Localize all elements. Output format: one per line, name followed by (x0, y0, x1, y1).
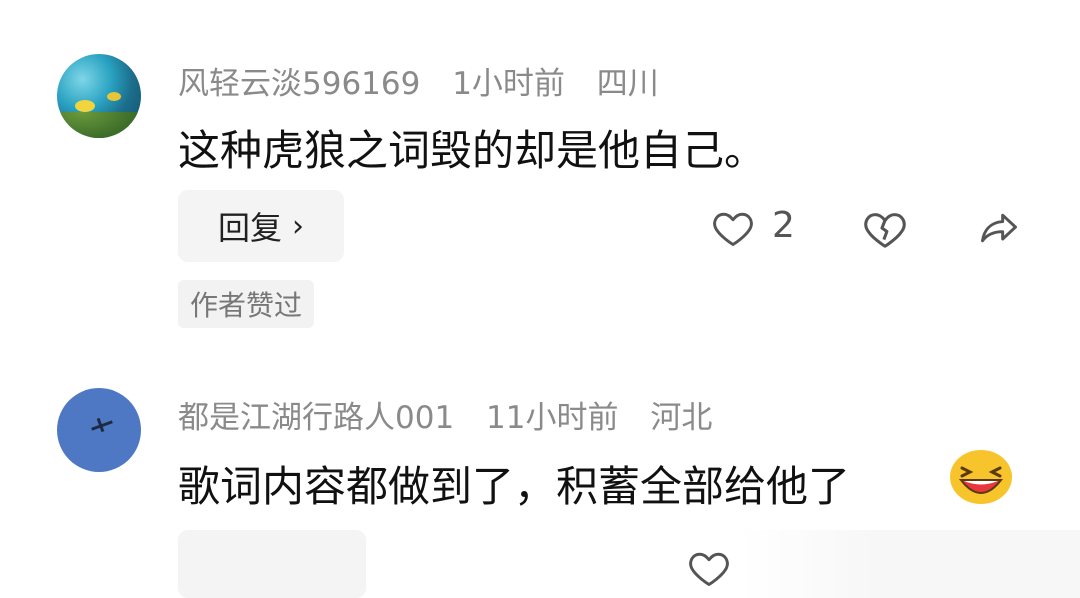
comment-text: 歌词内容都做到了，积蓄全部给他了 (178, 462, 851, 511)
coral-graphic (57, 112, 141, 138)
chevron-right-icon: › (292, 208, 304, 244)
comment-meta: 都是江湖行路人001 11小时前 河北 (178, 392, 734, 437)
bottom-fade-overlay (740, 530, 1080, 598)
timestamp: 11小时前 (486, 400, 619, 436)
timestamp: 1小时前 (452, 66, 565, 102)
author-liked-badge: 作者赞过 (178, 280, 315, 328)
reply-button[interactable] (178, 530, 366, 598)
fish-graphic (107, 92, 121, 101)
like-count: 2 (772, 205, 795, 246)
location: 四川 (596, 66, 659, 102)
reply-button[interactable]: 回复 › (178, 190, 344, 262)
heart-outline-icon[interactable] (687, 546, 731, 590)
user-avatar[interactable] (57, 54, 141, 138)
broken-heart-icon[interactable] (862, 206, 908, 252)
username[interactable]: 风轻云淡596169 (178, 66, 420, 102)
fish-graphic (75, 100, 95, 112)
comment-meta: 风轻云淡596169 1小时前 四川 (178, 58, 681, 103)
heart-outline-icon[interactable] (711, 206, 755, 250)
comment-text: 这种虎狼之词毁的却是他自己。 (178, 126, 767, 175)
location: 河北 (650, 400, 713, 436)
username[interactable]: 都是江湖行路人001 (178, 400, 454, 436)
laughing-emoji-icon (950, 450, 1012, 504)
reply-label: 回复 (217, 209, 282, 247)
share-arrow-icon[interactable] (975, 206, 1023, 250)
user-avatar[interactable] (57, 388, 141, 472)
